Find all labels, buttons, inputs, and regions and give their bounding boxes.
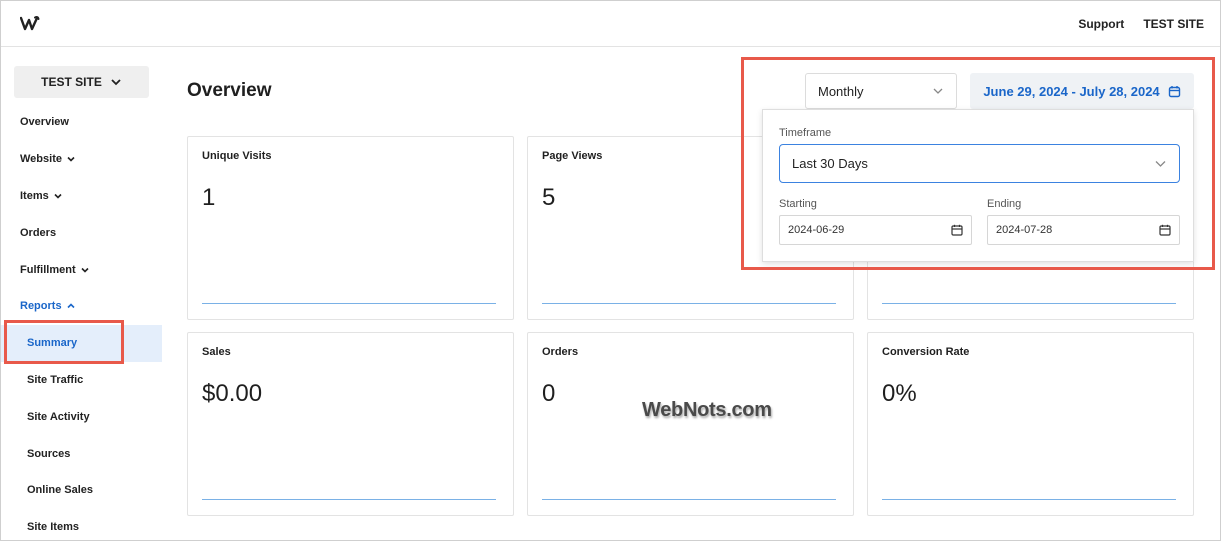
sidebar-item-items[interactable]: Items (0, 178, 162, 215)
watermark-text: WebNots.com (642, 399, 772, 421)
stat-card-unique-visits[interactable]: Unique Visits 1 (187, 136, 514, 320)
sidebar-item-label: Items (20, 189, 49, 202)
sidebar-item-site-items[interactable]: Site Items (0, 509, 162, 541)
top-bar: Support TEST SITE (0, 0, 1221, 47)
highlight-box-summary (4, 320, 124, 364)
chevron-down-icon (67, 157, 75, 162)
sidebar-item-label: Reports (20, 300, 62, 313)
stat-card-trend-line (202, 303, 496, 304)
site-name-link[interactable]: TEST SITE (1143, 17, 1204, 31)
sidebar-item-label: Site Activity (27, 410, 90, 423)
sidebar-item-label: Sources (27, 447, 71, 460)
stat-card-label: Page Views (542, 150, 603, 162)
stat-card-trend-line (202, 499, 496, 500)
sidebar-item-overview[interactable]: Overview (0, 104, 162, 141)
sidebar-item-label: Online Sales (27, 484, 94, 497)
stat-card-trend-line (882, 303, 1176, 304)
stat-card-value: 0 (542, 380, 556, 407)
sidebar-item-label: Site Traffic (27, 373, 84, 386)
sidebar-item-fulfillment[interactable]: Fulfillment (0, 251, 162, 288)
stat-card-conversion-rate[interactable]: Conversion Rate 0% (867, 332, 1194, 516)
stat-card-trend-line (542, 499, 836, 500)
stat-card-orders[interactable]: Orders 0 (527, 332, 854, 516)
sidebar-item-sources[interactable]: Sources (0, 435, 162, 472)
stat-card-label: Unique Visits (202, 150, 272, 162)
chevron-down-icon (111, 79, 121, 86)
stat-card-label: Conversion Rate (882, 346, 970, 358)
site-switcher-button[interactable]: TEST SITE (14, 66, 149, 98)
sidebar-item-online-sales[interactable]: Online Sales (0, 472, 162, 509)
highlight-box-date-range (741, 57, 1215, 270)
stat-card-trend-line (542, 303, 836, 304)
stat-card-sales[interactable]: Sales $0.00 (187, 332, 514, 516)
weebly-w-icon[interactable] (20, 15, 40, 31)
sidebar-item-orders[interactable]: Orders (0, 214, 162, 251)
stat-card-value: 5 (542, 184, 556, 211)
stat-card-value: $0.00 (202, 380, 263, 407)
sidebar-item-label: Fulfillment (20, 263, 76, 276)
sidebar-item-label: Site Items (27, 521, 79, 534)
page-title: Overview (187, 80, 272, 101)
stat-card-label: Orders (542, 346, 579, 358)
sidebar-item-label: Overview (20, 116, 69, 129)
chevron-up-icon (66, 303, 75, 309)
sidebar-item-site-traffic[interactable]: Site Traffic (0, 362, 162, 399)
chevron-down-icon (54, 193, 62, 199)
support-link[interactable]: Support (1078, 17, 1124, 31)
sidebar-item-label: Orders (20, 226, 57, 239)
top-links: Support TEST SITE (1078, 17, 1204, 31)
sidebar-item-website[interactable]: Website (0, 141, 162, 178)
stat-card-value: 0% (882, 380, 917, 407)
stat-card-value: 1 (202, 184, 216, 211)
stat-card-trend-line (882, 499, 1176, 500)
chevron-down-icon (81, 267, 89, 273)
stat-card-label: Sales (202, 346, 231, 358)
sidebar-item-site-activity[interactable]: Site Activity (0, 398, 162, 435)
sidebar-item-label: Website (20, 153, 62, 166)
site-switcher-label: TEST SITE (41, 75, 102, 89)
